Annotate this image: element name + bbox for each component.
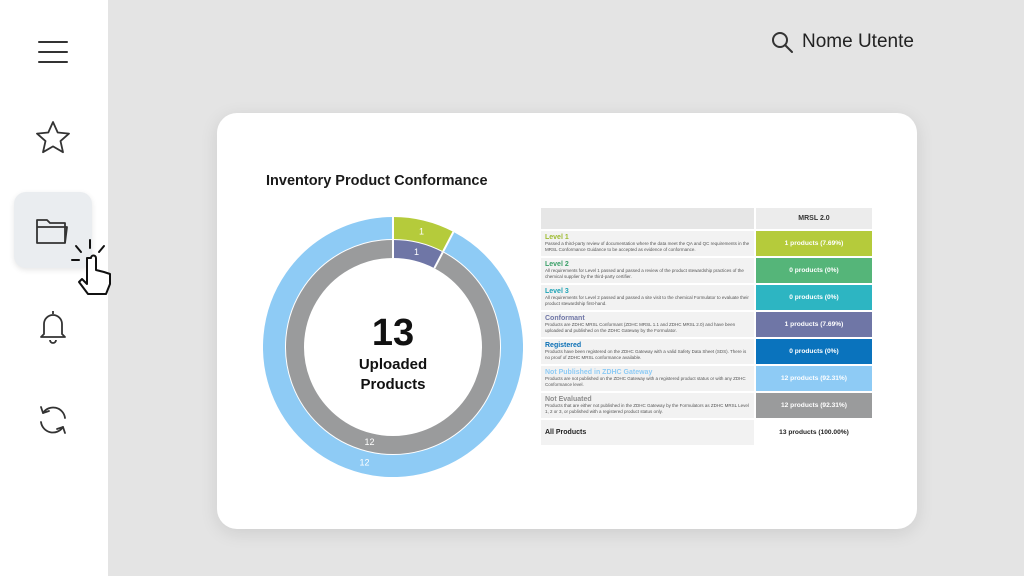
row-description: Products are not published on the ZDHC G… xyxy=(545,376,746,387)
row-value: 1 products (7.69%) xyxy=(754,311,872,339)
donut-slice-label: 12 xyxy=(360,458,370,468)
row-description: Products are ZDHC MRSL Conformant (ZDHC … xyxy=(545,322,736,333)
conformance-card: Inventory Product Conformance 13 Uploade… xyxy=(217,113,917,529)
row-title: Level 2 xyxy=(545,261,569,269)
row-title: Registered xyxy=(545,342,582,350)
table-row: Level 3 All requirements for Level 2 pass… xyxy=(541,284,872,312)
table-header-row: MRSL 2.0 xyxy=(541,208,872,231)
table-row: Not Published in ZDHC Gateway Products ar… xyxy=(541,365,872,393)
row-value: 1 products (7.69%) xyxy=(754,230,872,258)
center-number: 13 xyxy=(372,312,414,354)
row-description: Passed a third-party review of documenta… xyxy=(545,241,750,252)
bell-icon xyxy=(40,311,66,344)
row-title: Conformant xyxy=(545,315,585,323)
row-description: Products that are either not published i… xyxy=(545,403,749,414)
table-row: Conformant Products are ZDHC MRSL Conform… xyxy=(541,311,872,339)
sync-button[interactable] xyxy=(14,382,92,458)
row-title: Not Published in ZDHC Gateway xyxy=(545,369,653,377)
search-icon xyxy=(772,32,793,53)
row-description: All requirements for Level 1 passed and … xyxy=(545,268,744,279)
pointer-cursor-icon xyxy=(71,239,111,295)
donut-slice-label: 1 xyxy=(419,226,424,236)
table-row: Level 2 All requirements for Level 1 pass… xyxy=(541,257,872,285)
donut-slice-label: 12 xyxy=(365,437,375,447)
table-total-row: All Products 13 products (100.00%) xyxy=(541,419,872,447)
row-title: Not Evaluated xyxy=(545,396,592,404)
menu-button[interactable] xyxy=(14,14,92,90)
total-value: 13 products (100.00%) xyxy=(754,419,872,447)
row-title: Level 1 xyxy=(545,234,569,242)
row-value: 0 products (0%) xyxy=(754,284,872,312)
user-menu[interactable]: Nome Utente xyxy=(770,30,914,54)
row-title: Level 3 xyxy=(545,288,569,296)
user-name: Nome Utente xyxy=(802,31,914,52)
table-row: Registered Products have been registered … xyxy=(541,338,872,366)
menu-icon xyxy=(38,41,68,63)
row-description: All requirements for Level 2 passed and … xyxy=(545,295,749,306)
row-description: Products have been registered on the ZDH… xyxy=(545,349,747,360)
table-row: Not Evaluated Products that are either no… xyxy=(541,392,872,420)
refresh-icon xyxy=(40,406,66,434)
center-line-1: Uploaded xyxy=(359,356,427,373)
favorites-button[interactable] xyxy=(14,100,92,176)
table-row: Level 1 Passed a third-party review of do… xyxy=(541,230,872,258)
row-value: 0 products (0%) xyxy=(754,257,872,285)
row-value: 0 products (0%) xyxy=(754,338,872,366)
conformance-table: MRSL 2.0 Level 1 Passed a third-party rev… xyxy=(541,208,872,447)
column-header: MRSL 2.0 xyxy=(754,208,872,231)
card-title: Inventory Product Conformance xyxy=(266,173,488,189)
donut-slice-label: 1 xyxy=(414,247,419,257)
center-line-2: Products xyxy=(360,376,425,393)
row-value: 12 products (92.31%) xyxy=(754,392,872,420)
conformance-donut-chart: 13 Uploaded Products 1 12 1 12 xyxy=(263,217,523,477)
star-icon xyxy=(36,121,70,154)
row-value: 12 products (92.31%) xyxy=(754,365,872,393)
folder-icon xyxy=(36,219,68,244)
total-label: All Products xyxy=(541,419,755,447)
